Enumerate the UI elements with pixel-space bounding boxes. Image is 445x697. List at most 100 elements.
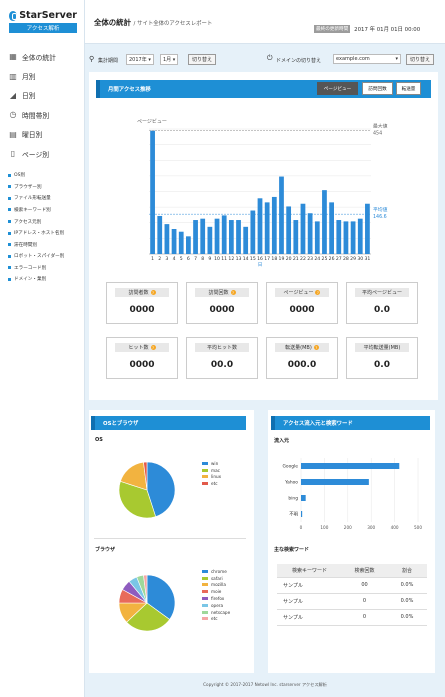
- legend-swatch: [202, 597, 208, 601]
- help-icon[interactable]: ?: [230, 290, 236, 295]
- stat-card: 平均ヒット数 00.0: [186, 337, 258, 379]
- sub-item-robot[interactable]: ロボット・スパイダー別: [0, 251, 84, 263]
- bullet-icon: [8, 243, 11, 247]
- stat-label: 訪問回数?: [195, 288, 249, 297]
- referrer-panel: アクセス流入元と検索ワード 流入元 0 100 200 300 400 500 Google…: [268, 410, 435, 673]
- logo-icon: [9, 10, 18, 21]
- stat-label: 平均ヒット数: [195, 343, 249, 352]
- bullet-icon: [8, 173, 11, 177]
- stat-label: 平均ページビュー: [355, 288, 409, 297]
- tick-label: 11: [221, 256, 227, 262]
- tick-label: 300: [367, 525, 375, 530]
- stat-card: ページビュー? 0000: [266, 282, 338, 324]
- bullet-icon: [8, 220, 11, 224]
- tab-visits[interactable]: 訪問回数: [362, 82, 393, 95]
- bar: [286, 206, 292, 254]
- menu-item-overall[interactable]: ▦ 全体の統計: [0, 47, 84, 66]
- bar: [236, 220, 241, 254]
- table-row: サンプル 00 0.0%: [277, 577, 427, 594]
- main-menu: ▦ 全体の統計 ▥ 月別 ◢ 日別 ◷ 時間帯別 ▤ 曜日別 ▯ ページ別: [0, 47, 84, 163]
- legend-item: firefox: [202, 595, 230, 602]
- sub-item-domain[interactable]: ドメイン・業別: [0, 274, 84, 286]
- year-select[interactable]: 2017年 ▾: [126, 54, 154, 65]
- menu-item-weekday[interactable]: ▤ 曜日別: [0, 125, 84, 144]
- access-bar-chart: ページビュー1 2 3 4 5 6 7 8 9 10 11 12 13 14 15 16 17 18 19 20 21 2…: [137, 118, 388, 268]
- logo[interactable]: StarServer アクセス解析: [9, 10, 77, 33]
- legend-swatch: [202, 482, 208, 486]
- last-update-value: 2017 年 01月 01日 00:00: [354, 26, 421, 33]
- menu-item-page[interactable]: ▯ ページ別: [0, 144, 84, 163]
- sidebar: StarServer アクセス解析 ▦ 全体の統計 ▥ 月別 ◢ 日別 ◷ 時間帯別 ▤…: [0, 0, 85, 697]
- help-icon[interactable]: ?: [313, 345, 319, 350]
- sub-item-os[interactable]: OS別: [0, 169, 84, 181]
- bullet-icon: [8, 254, 11, 258]
- last-update: 最終の更新時間 2017 年 01月 01日 00:00: [314, 24, 420, 33]
- last-update-label: 最終の更新時間: [314, 24, 351, 33]
- brand-name: StarServer: [19, 10, 77, 21]
- tick-label: 13: [236, 256, 242, 262]
- stat-value: 00.0: [210, 360, 234, 370]
- bullet-icon: [8, 185, 11, 189]
- bar: [200, 218, 206, 254]
- bar: [164, 224, 170, 254]
- period-switch-button[interactable]: 切り替え: [188, 54, 217, 65]
- bar: [250, 210, 256, 254]
- tab-transfer[interactable]: 転送量: [396, 82, 421, 95]
- tick-label: 9: [208, 256, 211, 262]
- browser-pie-chart: [118, 574, 176, 632]
- tick-label: 18: [271, 256, 277, 262]
- tick-label: 5: [180, 256, 183, 262]
- tab-pageview[interactable]: ページビュー: [317, 82, 358, 95]
- os-browser-title: OSとブラウザ: [91, 416, 246, 430]
- tick-label: 6: [187, 256, 190, 262]
- tick-label: 30: [357, 256, 363, 262]
- sub-item-ip[interactable]: IPアドレス・ホスト名別: [0, 227, 84, 239]
- stat-label: 平均転送量(MB): [355, 343, 409, 352]
- page-title: 全体の統計 / サイト全体のアクセスレポート: [94, 18, 213, 27]
- tick-label: 19: [279, 256, 285, 262]
- bar: [271, 196, 277, 254]
- access-panel: 月間アクセス推移 ページビュー 訪問回数 転送量 ページビュー 1 2 3 4 5 6 7 8 9…: [89, 72, 438, 400]
- domain-select[interactable]: example.com ▾: [333, 54, 401, 64]
- bar: [314, 221, 320, 254]
- help-icon[interactable]: ?: [150, 345, 156, 350]
- sub-item-browser[interactable]: ブラウザー別: [0, 181, 84, 193]
- tick-label: 200: [344, 525, 352, 530]
- referrer-title: アクセス流入元と検索ワード: [271, 416, 430, 430]
- menu-item-monthly[interactable]: ▥ 月別: [0, 66, 84, 85]
- legend-item: etc: [202, 616, 230, 623]
- help-icon[interactable]: ?: [315, 290, 321, 295]
- bar: [343, 221, 349, 254]
- bar: [301, 463, 400, 469]
- ratio-column-header: 割合: [387, 564, 427, 578]
- source-bar-chart: 0 100 200 300 400 500 Google Yahoo bing 不明: [283, 458, 422, 530]
- tick-label: 10: [214, 256, 220, 262]
- domain-switch-button[interactable]: 切り替え: [406, 54, 435, 65]
- sub-item-transfer[interactable]: ファイル形転送量: [0, 193, 84, 205]
- bar: [329, 202, 334, 254]
- sub-item-keyword[interactable]: 検索キーワード別: [0, 204, 84, 216]
- tick-label: 0: [300, 525, 303, 530]
- count-column-header: 検索回数: [342, 564, 387, 578]
- bar: [207, 226, 213, 254]
- browser-label: ブラウザ: [95, 547, 116, 553]
- bar: [264, 202, 270, 254]
- menu-item-daily[interactable]: ◢ 日別: [0, 86, 84, 105]
- bar: [336, 220, 342, 254]
- sub-item-stay[interactable]: 滞在時間別: [0, 239, 84, 251]
- month-select[interactable]: 1月 ▾: [160, 54, 179, 65]
- bar: [350, 221, 356, 254]
- tick-label: 14: [243, 256, 249, 262]
- tick-label: 17: [264, 256, 270, 262]
- tick-label: 26: [329, 256, 335, 262]
- help-icon[interactable]: ?: [150, 290, 156, 295]
- sub-item-source[interactable]: アクセス元別: [0, 216, 84, 228]
- y-axis-label: ページビュー: [137, 118, 167, 125]
- stat-card: 平均転送量(MB) 0.0: [346, 337, 418, 379]
- brand-subtitle: アクセス解析: [9, 23, 77, 33]
- stat-label: 転送量(MB)?: [275, 343, 329, 352]
- bar: [178, 231, 184, 254]
- menu-item-hourly[interactable]: ◷ 時間帯別: [0, 105, 84, 124]
- sub-item-error[interactable]: エラーコード別: [0, 262, 84, 274]
- legend-item: chrome: [202, 568, 230, 575]
